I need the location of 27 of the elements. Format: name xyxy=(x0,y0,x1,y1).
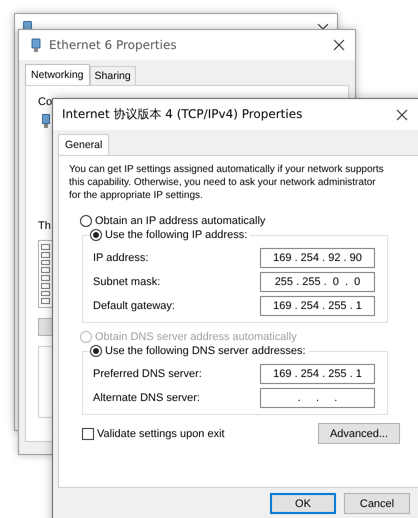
dialog-button[interactable]: Cancel xyxy=(344,493,410,514)
radio-button[interactable] xyxy=(80,215,92,227)
ip-address-field[interactable]: . . . xyxy=(260,388,375,408)
radio-label[interactable]: Obtain an IP address automatically xyxy=(95,215,266,227)
field-label: Default gateway: xyxy=(93,300,175,312)
window-title: Ethernet 6 Properties xyxy=(49,38,178,52)
ip-address-field[interactable]: 169 . 254 . 255 . 1 xyxy=(260,296,375,316)
checkbox-label[interactable]: Validate settings upon exit xyxy=(97,428,225,440)
section-label: Co xyxy=(38,96,52,108)
advanced-button[interactable]: Advanced... xyxy=(318,423,400,444)
radio-button[interactable] xyxy=(90,345,102,357)
window-title: Internet 协议版本 4 (TCP/IPv4) Properties xyxy=(62,106,304,123)
description-text: You can get IP settings assigned automatically if your network supports this capability. Otherwise, you need to ask your network administrator for the appropriate IP settings. xyxy=(69,163,385,202)
radio-button[interactable] xyxy=(90,229,102,241)
tab[interactable]: General xyxy=(58,134,110,155)
field-label: Alternate DNS server: xyxy=(93,392,200,404)
field-label: Preferred DNS server: xyxy=(93,368,202,380)
dialog-button[interactable]: OK xyxy=(270,493,336,514)
section-label: Th xyxy=(38,220,51,232)
field-label: Subnet mask: xyxy=(93,276,160,288)
ip-address-field[interactable]: 169 . 254 . 255 . 1 xyxy=(260,364,375,384)
tab[interactable]: Sharing xyxy=(90,66,136,85)
tab[interactable]: Networking xyxy=(25,64,90,85)
field-label: IP address: xyxy=(93,252,148,264)
ip-address-field[interactable]: 169 . 254 . 92 . 90 xyxy=(260,248,375,268)
checkbox[interactable] xyxy=(82,428,94,440)
ip-address-field[interactable]: 255 . 255 . 0 . 0 xyxy=(260,272,375,292)
